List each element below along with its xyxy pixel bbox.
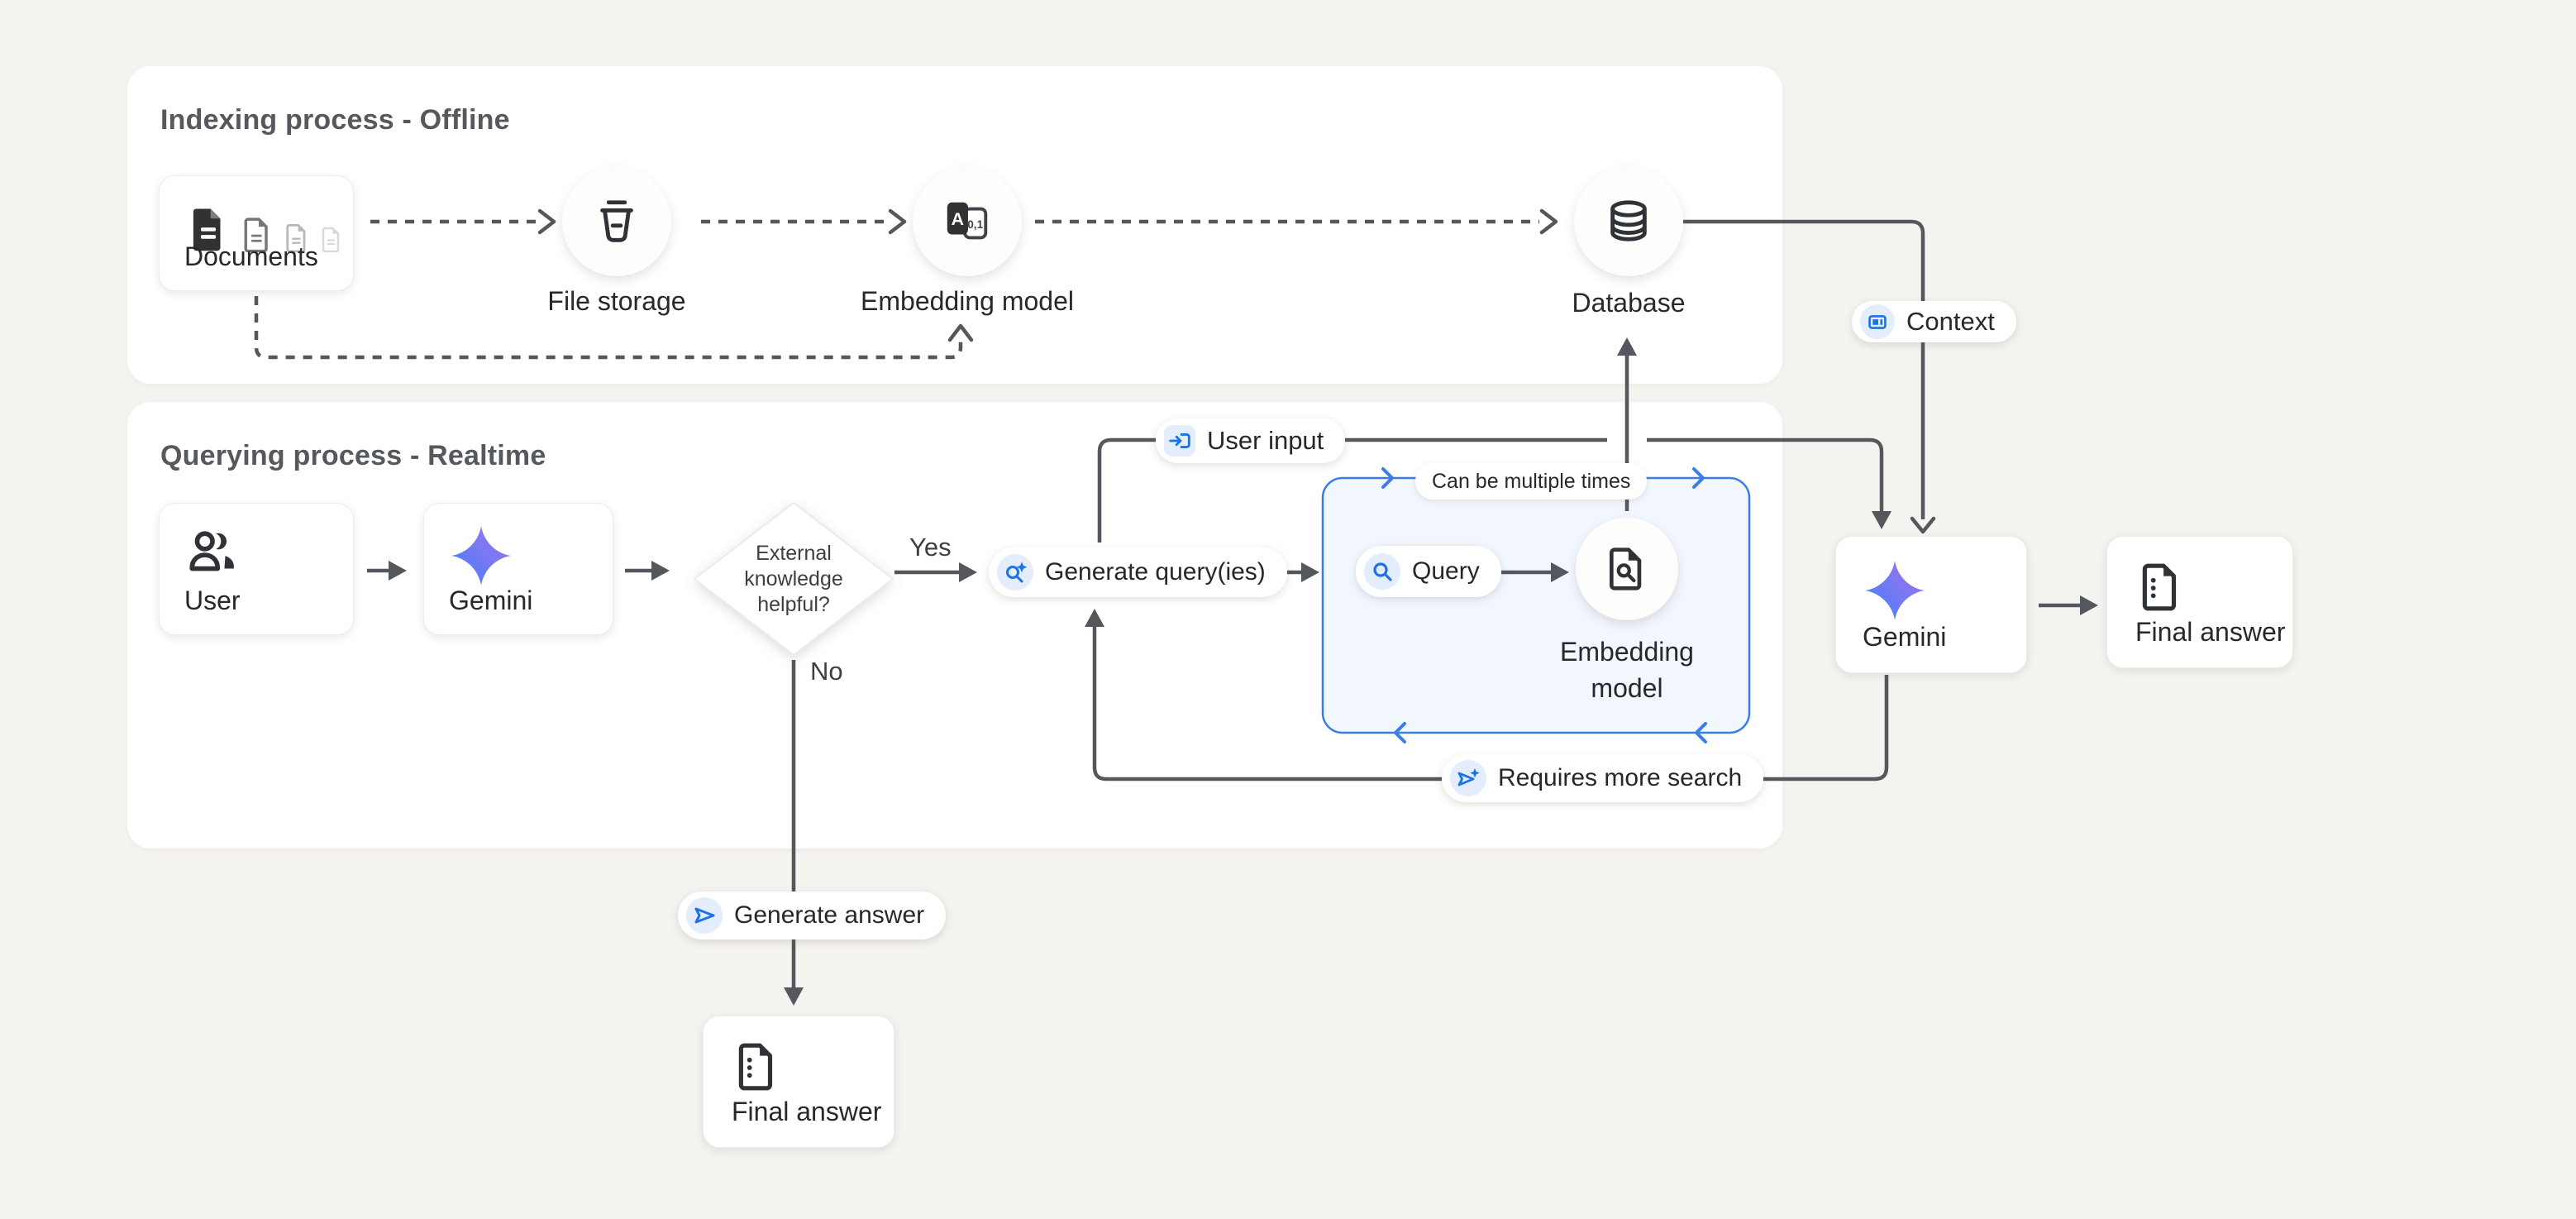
- decision-text: External knowledge helpful?: [694, 541, 893, 618]
- final-answer-document-icon: [2135, 562, 2187, 617]
- embedding-model-query-line2: model: [1503, 670, 1751, 706]
- embedding-model-icon: 0,1 A: [942, 196, 993, 247]
- final-answer-bottom-label: Final answer: [732, 1097, 881, 1127]
- embedding-model-node: 0,1 A: [913, 167, 1022, 276]
- file-storage-node: [562, 167, 671, 276]
- decision-line3: helpful?: [694, 592, 893, 618]
- generate-queries-label: Generate query(ies): [1045, 558, 1266, 586]
- rag-architecture-diagram: Indexing process - Offline Querying proc…: [0, 0, 2576, 1219]
- gemini-card-right: Gemini: [1835, 536, 2027, 673]
- embedding-model-query-node: [1576, 518, 1678, 620]
- svg-text:A: A: [952, 209, 964, 229]
- file-storage-label: File storage: [493, 286, 741, 317]
- can-be-multiple-times-note: Can be multiple times: [1415, 463, 1647, 500]
- no-label: No: [810, 657, 843, 686]
- yes-label: Yes: [909, 533, 952, 562]
- query-pill: Query: [1356, 546, 1501, 597]
- database-node: [1574, 167, 1683, 276]
- documents-card: Documents: [159, 175, 354, 291]
- embedding-model-query-line1: Embedding: [1503, 633, 1751, 670]
- database-icon: [1605, 198, 1653, 246]
- document-search-icon: [1604, 546, 1650, 592]
- context-arrowhead: [1912, 519, 1934, 532]
- dashed-arrowheads: [540, 211, 1556, 340]
- gemini-right-label: Gemini: [1863, 622, 1946, 653]
- users-icon: [184, 527, 239, 586]
- search-icon: [1364, 553, 1400, 590]
- database-label: Database: [1505, 288, 1753, 318]
- send-icon: [686, 897, 723, 934]
- decision-line1: External: [694, 541, 893, 566]
- query-generation-icon: [997, 554, 1033, 590]
- user-input-label: User input: [1207, 426, 1324, 456]
- generate-answer-pill: Generate answer: [678, 892, 946, 939]
- generate-queries-pill: Generate query(ies): [989, 547, 1287, 597]
- requires-more-search-label: Requires more search: [1498, 764, 1742, 792]
- user-input-icon: [1164, 425, 1195, 457]
- query-label: Query: [1412, 557, 1480, 586]
- gemini-card-left: Gemini: [423, 503, 613, 635]
- requires-more-search-pill: Requires more search: [1442, 754, 1763, 802]
- gemini-star-icon: [1863, 558, 1927, 627]
- decision-line2: knowledge: [694, 566, 893, 592]
- user-input-pill: User input: [1156, 418, 1345, 463]
- svg-text:0,1: 0,1: [967, 218, 983, 231]
- edge-context: [1683, 222, 1923, 519]
- gemini-left-label: Gemini: [449, 586, 532, 616]
- send-sparkle-icon: [1450, 760, 1486, 796]
- embedding-model-query-label: Embedding model: [1503, 633, 1751, 706]
- documents-label: Documents: [184, 241, 318, 272]
- user-label: User: [184, 586, 241, 616]
- final-answer-card-bottom: Final answer: [703, 1016, 894, 1148]
- generate-answer-label: Generate answer: [734, 901, 924, 930]
- context-pill: Context: [1852, 301, 2016, 342]
- final-answer-document-icon: [732, 1041, 783, 1097]
- gemini-star-icon: [449, 523, 513, 592]
- final-answer-right-label: Final answer: [2135, 617, 2285, 648]
- final-answer-card-right: Final answer: [2106, 536, 2293, 668]
- context-label: Context: [1906, 307, 1995, 337]
- user-card: User: [159, 503, 354, 635]
- context-icon: [1860, 304, 1895, 339]
- storage-bucket-icon: [591, 196, 642, 247]
- embedding-model-label: Embedding model: [843, 286, 1091, 317]
